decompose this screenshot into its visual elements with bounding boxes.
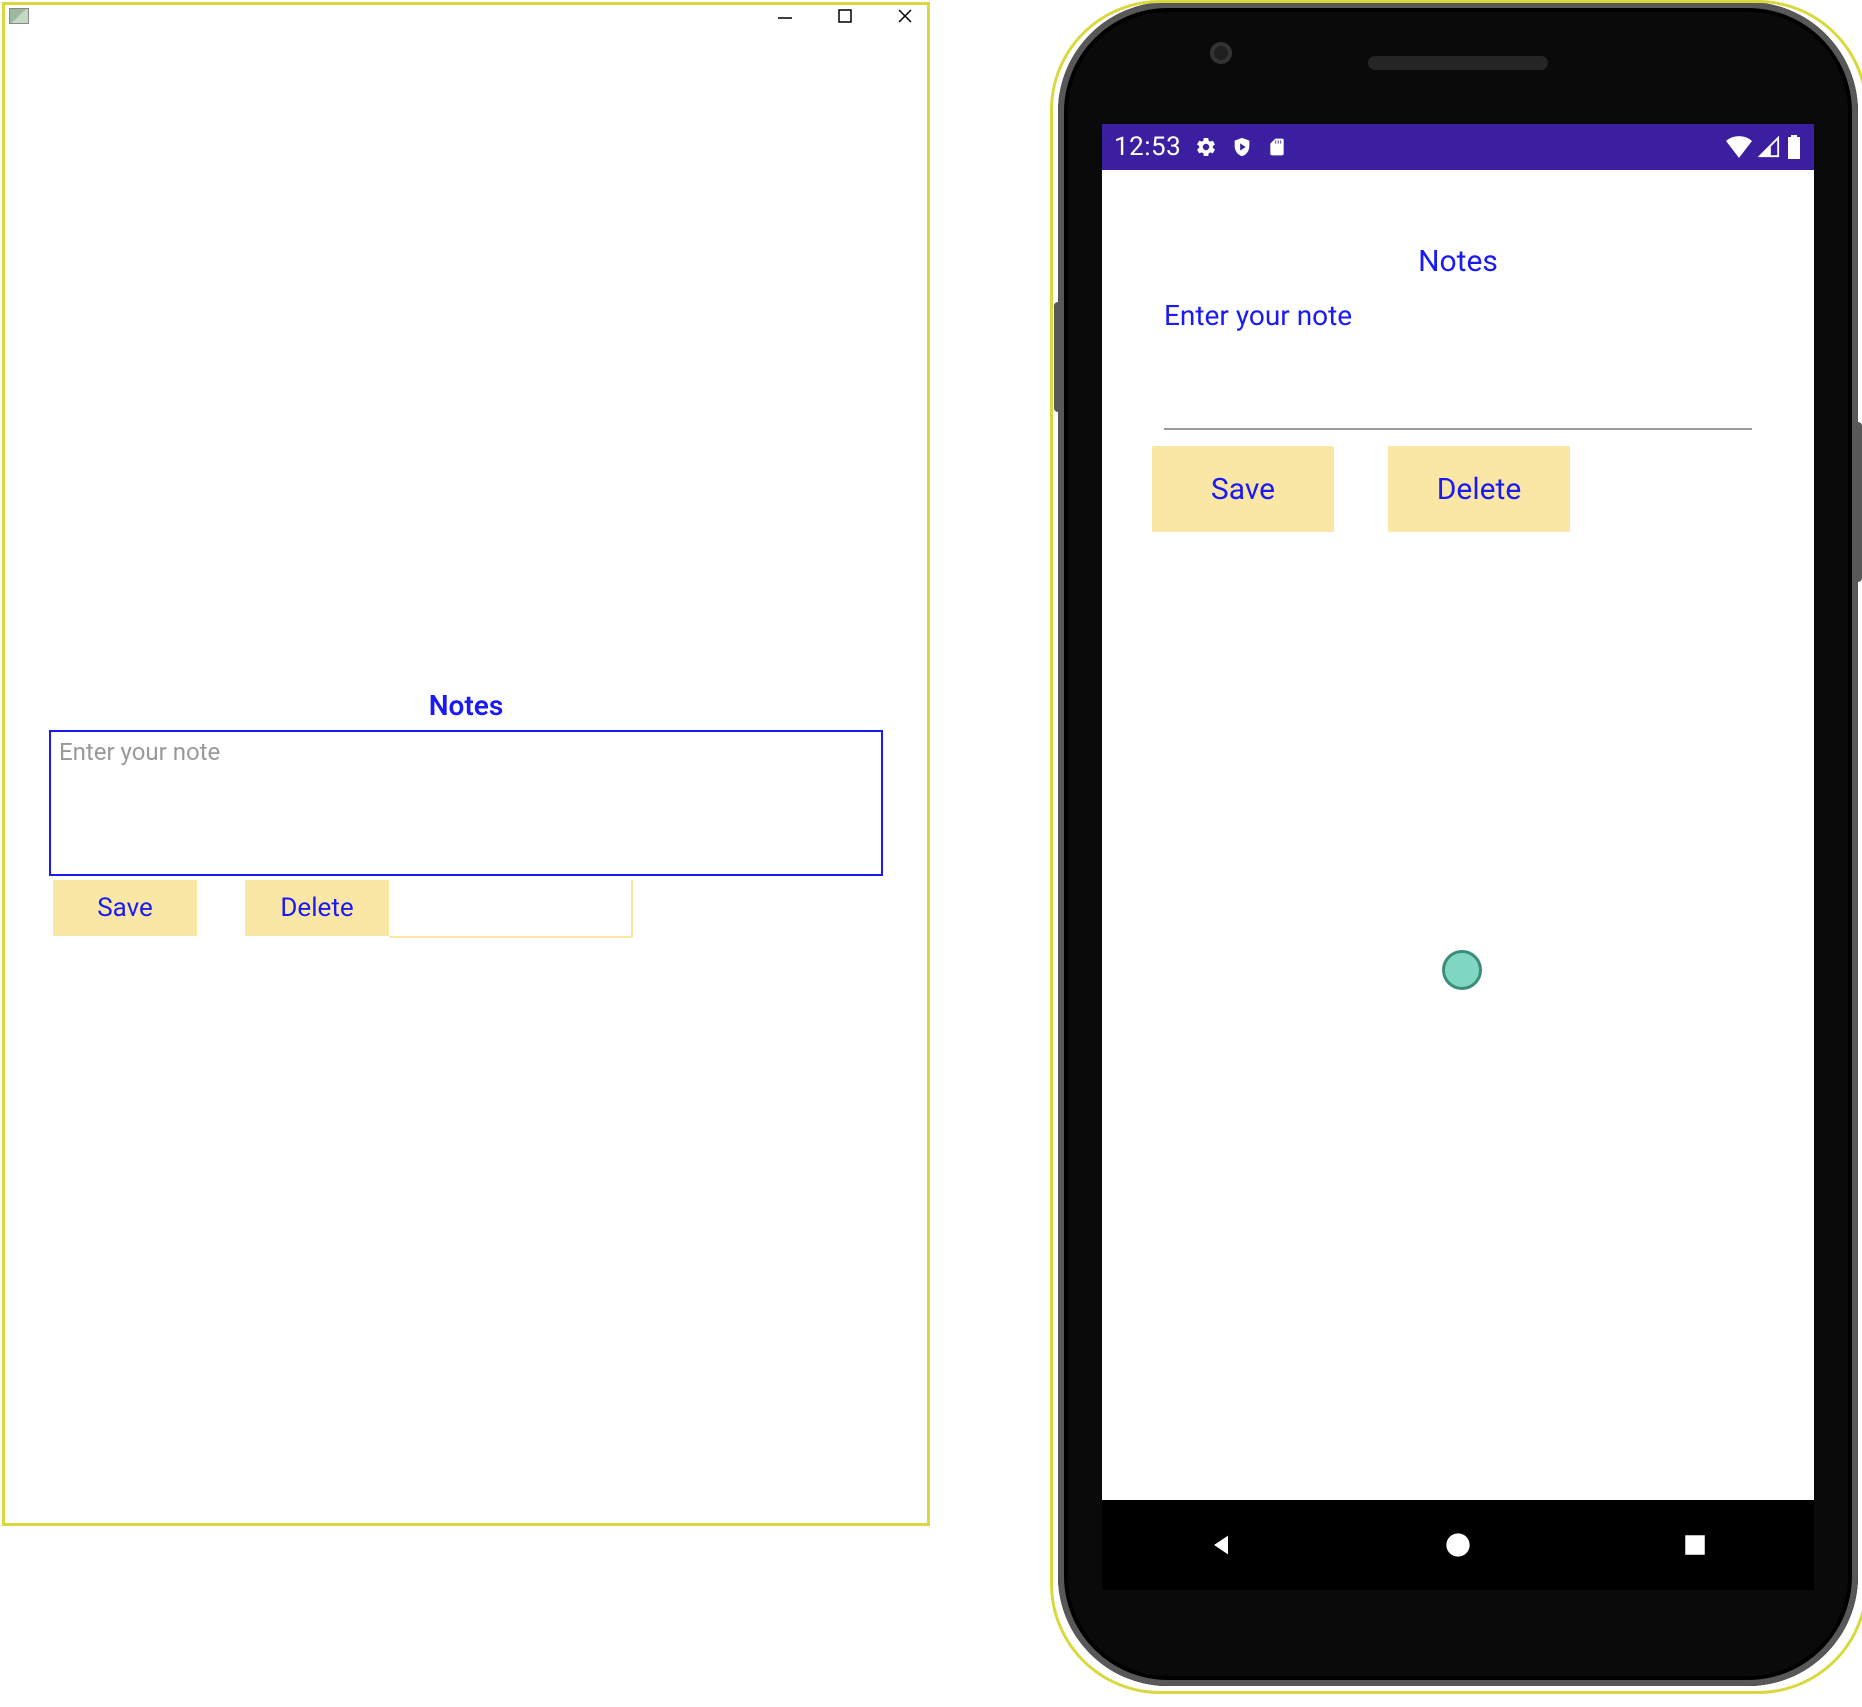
- cell-signal-icon: [1758, 136, 1780, 158]
- save-button[interactable]: Save: [1152, 446, 1334, 532]
- desktop-app-window: Notes Save Delete: [2, 2, 930, 1526]
- app-icon: [9, 8, 29, 24]
- note-input[interactable]: [51, 732, 881, 874]
- spacer-cell: [389, 880, 633, 938]
- phone-body: 12:53: [1058, 2, 1858, 1686]
- close-button[interactable]: [895, 6, 915, 26]
- phone-volume-button: [1054, 302, 1064, 412]
- delete-button[interactable]: Delete: [1388, 446, 1570, 532]
- phone-device: 12:53: [1050, 0, 1862, 1694]
- note-field-container: [49, 730, 883, 876]
- buttons-row: Save Delete: [53, 880, 927, 938]
- sd-card-icon: [1267, 136, 1287, 158]
- buttons-row: Save Delete: [1152, 446, 1814, 532]
- nav-recent-button[interactable]: [1605, 1532, 1785, 1558]
- nav-back-button[interactable]: [1131, 1531, 1311, 1559]
- window-titlebar: [5, 5, 927, 27]
- delete-button[interactable]: Delete: [245, 880, 389, 936]
- phone-top-bezel: [1058, 2, 1858, 124]
- page-title: Notes: [1102, 244, 1814, 279]
- shield-play-icon: [1231, 136, 1253, 158]
- phone-screen: 12:53: [1102, 124, 1814, 1500]
- phone-camera: [1210, 42, 1232, 64]
- phone-nav-bar: [1102, 1500, 1814, 1590]
- page-title: Notes: [5, 689, 927, 722]
- gear-icon: [1195, 136, 1217, 158]
- statusbar-time: 12:53: [1114, 132, 1181, 162]
- note-input[interactable]: Enter your note: [1164, 299, 1814, 332]
- maximize-button[interactable]: [835, 6, 855, 26]
- note-field-underline: [1164, 428, 1752, 430]
- window-controls: [775, 6, 923, 26]
- phone-speaker: [1368, 56, 1548, 70]
- battery-icon: [1786, 135, 1802, 159]
- save-button[interactable]: Save: [53, 880, 197, 936]
- wifi-icon: [1726, 136, 1752, 158]
- phone-power-button: [1852, 422, 1862, 582]
- minimize-button[interactable]: [775, 6, 795, 26]
- statusbar: 12:53: [1102, 124, 1814, 170]
- desktop-content: Notes Save Delete: [5, 689, 927, 938]
- touch-cursor-indicator: [1442, 950, 1482, 990]
- nav-home-button[interactable]: [1368, 1531, 1548, 1559]
